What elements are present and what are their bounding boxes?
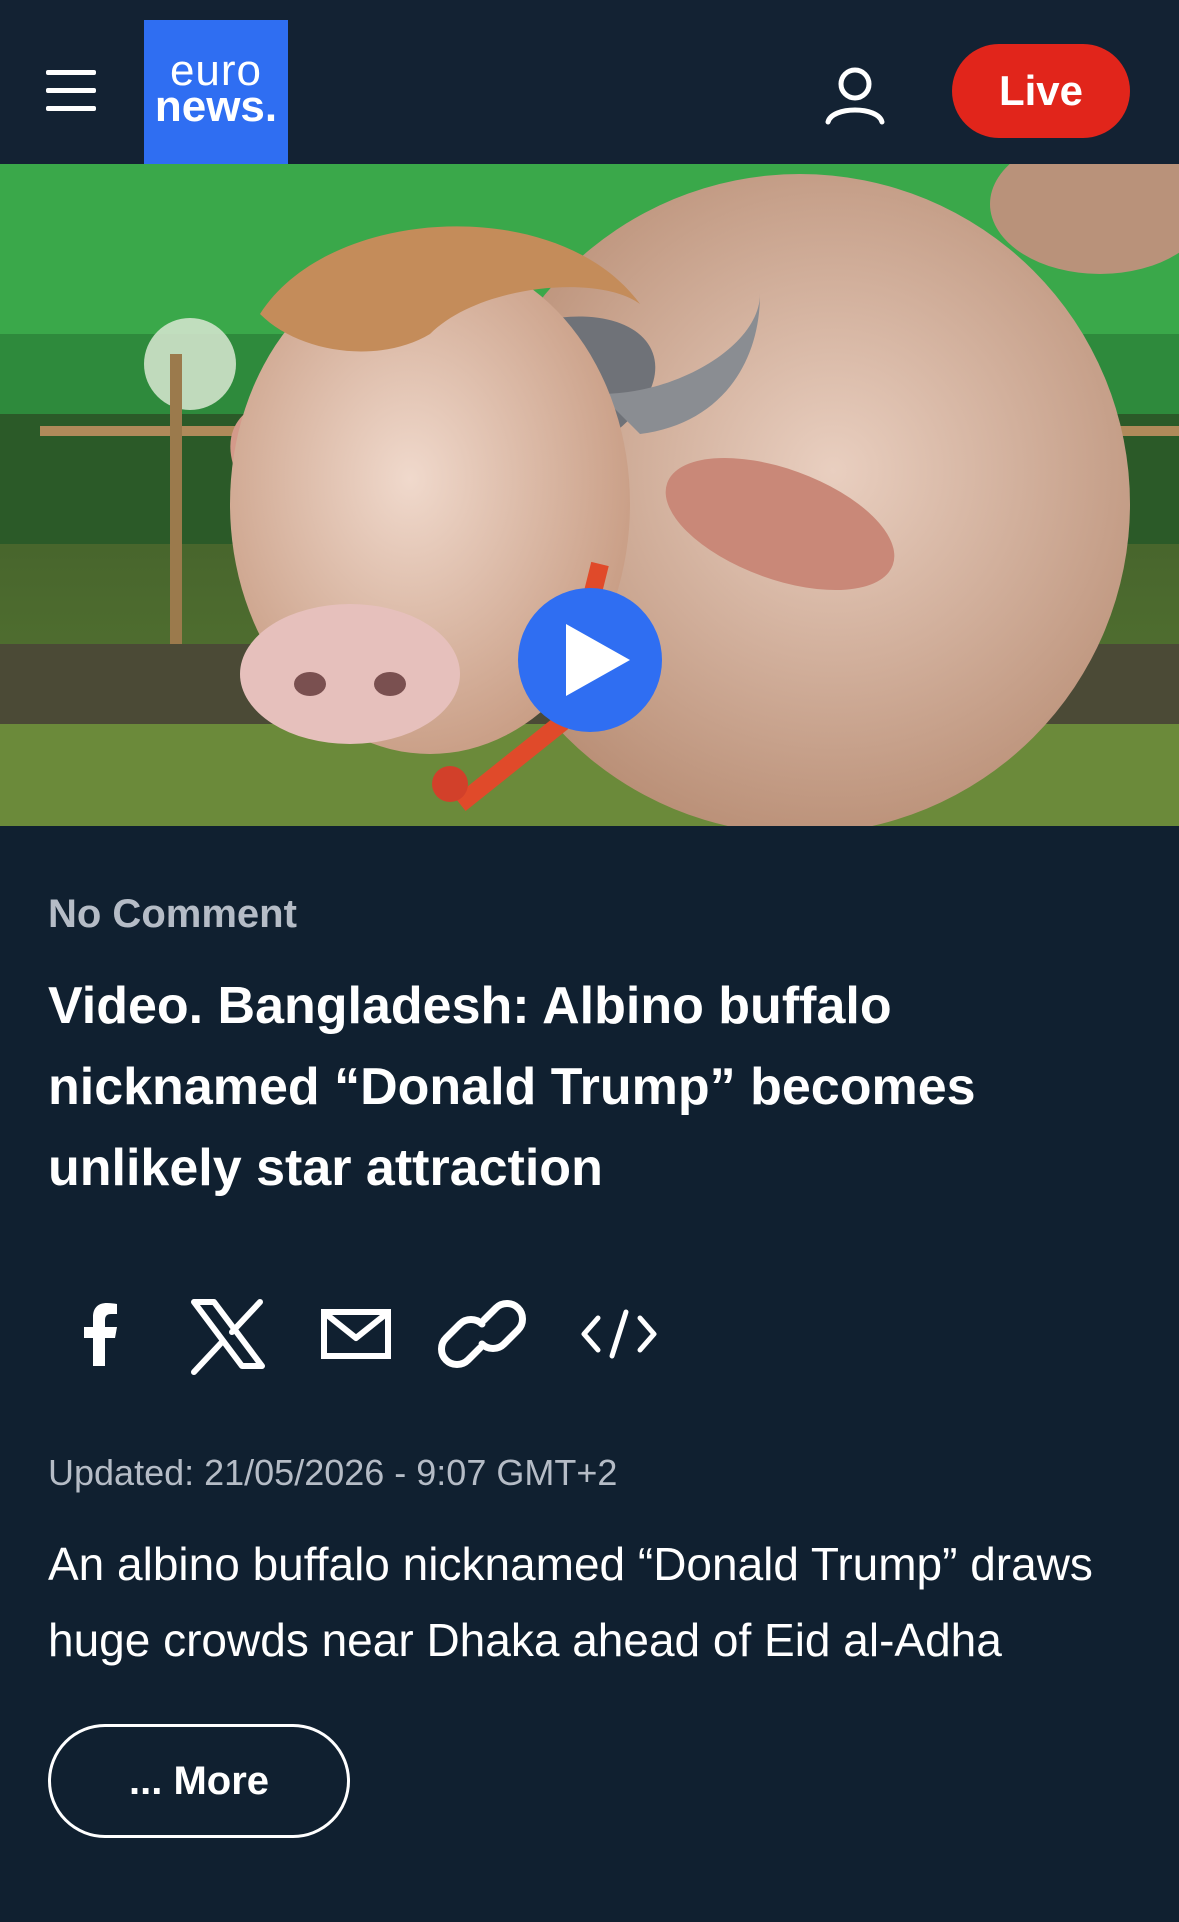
live-label: Live	[998, 67, 1084, 114]
menu-bar	[46, 88, 96, 93]
article-kicker[interactable]: No Comment	[48, 892, 297, 937]
user-account-button[interactable]	[820, 62, 890, 132]
menu-bar	[46, 106, 96, 111]
article-summary: An albino buffalo nicknamed “Donald Trum…	[48, 1538, 1093, 1666]
menu-bar	[46, 70, 96, 75]
article-title: Video. Bangladesh: Albino buffalo nickna…	[48, 977, 976, 1197]
menu-button[interactable]	[46, 68, 98, 114]
video-player[interactable]	[0, 164, 1179, 826]
share-embed-button[interactable]	[574, 1284, 664, 1384]
play-button[interactable]	[518, 588, 662, 732]
user-account-icon	[825, 67, 885, 125]
live-button[interactable]: Live	[952, 44, 1130, 138]
embed-code-icon	[581, 1309, 657, 1359]
facebook-icon	[84, 1303, 117, 1366]
x-icon	[191, 1299, 265, 1375]
share-facebook-button[interactable]	[56, 1284, 146, 1384]
logo-line-news: news.	[154, 82, 278, 131]
updated-timestamp: Updated: 21/05/2026 - 9:07 GMT+2	[48, 1452, 618, 1493]
share-email-button[interactable]	[314, 1284, 404, 1384]
play-icon	[566, 624, 630, 696]
euronews-logo[interactable]: euro news.	[144, 20, 288, 164]
share-x-button[interactable]	[182, 1284, 272, 1384]
share-copy-link-button[interactable]	[438, 1284, 528, 1384]
more-label: ... More	[128, 1758, 270, 1803]
top-navigation-bar: euro news. Live	[0, 0, 1179, 164]
more-button[interactable]: ... More	[48, 1724, 350, 1838]
email-icon	[321, 1309, 391, 1359]
link-icon	[438, 1300, 526, 1368]
